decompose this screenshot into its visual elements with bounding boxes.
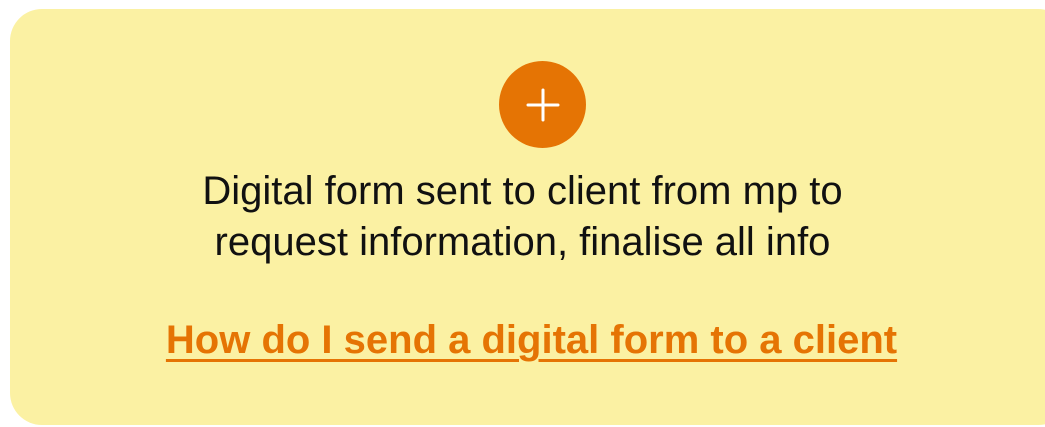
card-description: Digital form sent to client from mp to r… — [0, 166, 1045, 268]
plus-icon — [526, 88, 559, 121]
description-line: request information, finalise all info — [214, 220, 831, 264]
description-line: Digital form sent to client from mp to — [202, 169, 843, 213]
add-button[interactable] — [499, 61, 586, 148]
help-link[interactable]: How do I send a digital form to a client — [166, 318, 897, 362]
help-link-container: How do I send a digital form to a client — [0, 314, 1045, 366]
